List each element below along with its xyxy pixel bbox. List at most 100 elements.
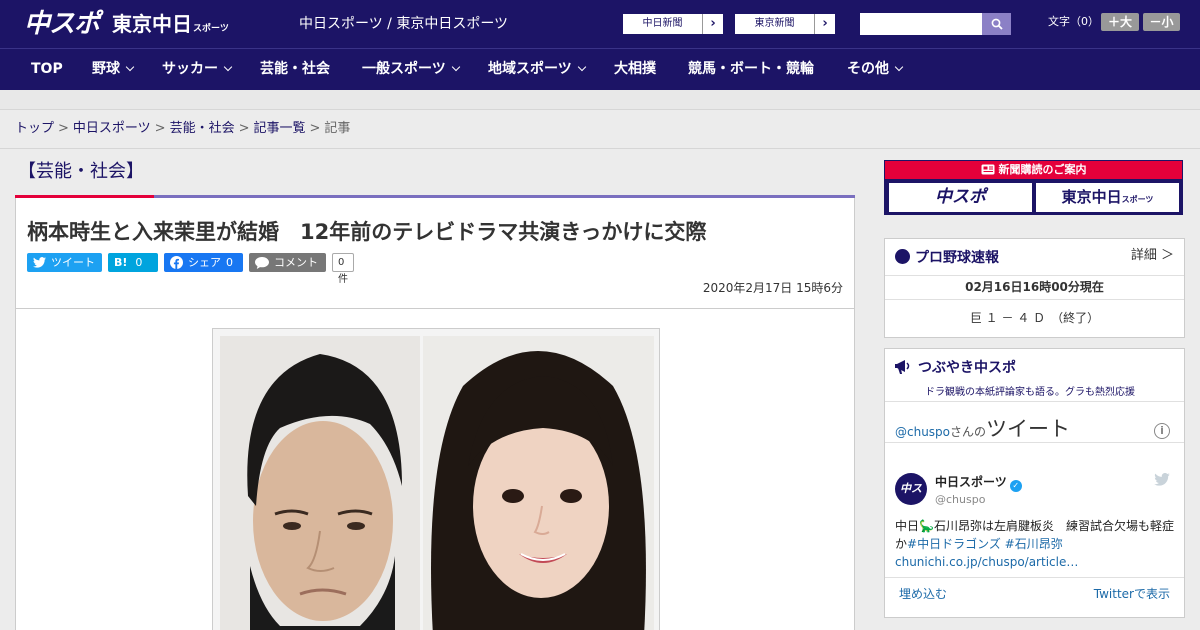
breadcrumb-current: 記事 — [324, 121, 351, 136]
breadcrumb-chunichi-sports[interactable]: 中日スポーツ — [73, 121, 151, 136]
nav-label: サッカー — [162, 61, 218, 77]
speech-bubble-icon — [255, 256, 269, 269]
chuspo-logo[interactable]: 中スポ — [24, 9, 100, 39]
subscription-banner[interactable]: 新聞購読のご案内 中スポ 東京中日スポーツ — [884, 160, 1183, 215]
tweet-body: 中日🦕石川昂弥は左肩腱板炎 練習試合欠場も軽症か#中日ドラゴンズ #石川昂弥 ch… — [895, 517, 1175, 571]
nav-label: 地域スポーツ — [488, 61, 572, 77]
breadcrumb: トップ > 中日スポーツ > 芸能・社会 > 記事一覧 > 記事 — [15, 120, 350, 138]
twitter-title-text: つぶやき中スポ — [918, 360, 1016, 376]
comment-button[interactable]: コメント — [249, 253, 326, 272]
nav-label: 大相撲 — [614, 61, 656, 77]
hatena-bookmark-button[interactable]: B! 0 — [108, 253, 158, 272]
chevron-right-icon: › — [822, 16, 828, 31]
tweet-account-name[interactable]: 中日スポーツ ✓ — [935, 474, 1022, 492]
tweet-label: ツイート — [51, 256, 95, 269]
twitter-widget: つぶやき中スポ ドラ観戦の本紙評論家も語る。グラも熱烈応援 @chuspoさんの… — [884, 348, 1185, 618]
sister-site-chunichi[interactable]: 中日新聞 › — [622, 13, 724, 35]
breadcrumb-separator: > — [154, 121, 166, 136]
facebook-share-button[interactable]: シェア 0 — [164, 253, 243, 272]
nav-item-entertainment[interactable]: 芸能・社会 — [260, 49, 330, 90]
divider — [885, 299, 1184, 300]
portrait-man-image — [220, 336, 420, 630]
tweet-hashtag[interactable]: #中日ドラゴンズ — [907, 537, 1001, 551]
facebook-label: シェア — [188, 256, 221, 269]
nav-item-soccer[interactable]: サッカー — [162, 49, 233, 90]
sister-site-tokyo[interactable]: 東京新聞 › — [734, 13, 836, 35]
search-input[interactable] — [860, 13, 982, 35]
tweet-account-handle[interactable]: @chuspo — [935, 493, 985, 507]
nav-item-baseball[interactable]: 野球 — [92, 49, 135, 90]
breadcrumb-separator: > — [309, 121, 321, 136]
twitter-widget-title: つぶやき中スポ — [895, 359, 1016, 377]
tokyo-logo-small: スポーツ — [193, 24, 229, 34]
chevron-down-icon — [894, 62, 904, 72]
baseball-score-row[interactable]: 巨 １ － ４ Ｄ （終了） — [885, 310, 1184, 326]
article-container: 柄本時生と入来茉里が結婚 12年前のテレビドラマ共演きっかけに交際 ツイート B… — [15, 198, 855, 630]
subscription-title: 新聞購読のご案内 — [885, 161, 1182, 179]
font-larger-button[interactable]: ＋大 — [1101, 13, 1139, 31]
search-button[interactable] — [982, 13, 1011, 35]
tweets-handle-suffix: さんの — [950, 425, 987, 439]
tokyo-chunichi-logo[interactable]: 東京中日スポーツ — [112, 12, 229, 41]
comment-label: コメント — [274, 256, 318, 269]
hatena-count: 0 — [135, 256, 143, 269]
info-icon[interactable]: i — [1154, 423, 1170, 439]
chevron-right-icon: › — [710, 16, 716, 31]
facebook-icon — [170, 256, 183, 269]
divider — [885, 401, 1184, 402]
nav-item-local-sports[interactable]: 地域スポーツ — [488, 49, 586, 90]
newspaper-icon — [981, 164, 994, 175]
sister-site-label: 東京新聞 — [735, 14, 815, 34]
breadcrumb-divider — [0, 148, 1200, 149]
megaphone-icon — [895, 360, 910, 374]
nav-item-other[interactable]: その他 — [847, 49, 904, 90]
avatar[interactable]: 中スポ — [895, 473, 927, 527]
divider — [885, 275, 1184, 276]
baseball-icon — [895, 249, 910, 264]
breadcrumb-top[interactable]: トップ — [15, 121, 54, 136]
article-photo-frame — [212, 328, 660, 630]
nav-label: 野球 — [92, 61, 120, 77]
breadcrumb-article-list[interactable]: 記事一覧 — [254, 121, 306, 136]
main-nav: TOP 野球 サッカー 芸能・社会 一般スポーツ 地域スポーツ 大相撲 競馬・ボ… — [0, 48, 1200, 90]
breadcrumb-entertainment[interactable]: 芸能・社会 — [170, 121, 235, 136]
subscribe-chuspo[interactable]: 中スポ — [889, 183, 1032, 212]
font-smaller-button[interactable]: －小 — [1143, 13, 1180, 31]
portrait-woman-image — [423, 336, 654, 630]
embed-link[interactable]: 埋め込む — [899, 586, 947, 602]
verified-badge-icon: ✓ — [1009, 480, 1022, 492]
subscribe-tokyo-chunichi[interactable]: 東京中日スポーツ — [1036, 183, 1179, 212]
tweets-handle-link[interactable]: @chuspo — [895, 425, 950, 439]
article-category: 【芸能・社会】 — [18, 161, 144, 182]
tweet-button[interactable]: ツイート — [27, 253, 102, 272]
chevron-down-icon — [223, 62, 233, 72]
nav-label: TOP — [31, 61, 63, 77]
nav-item-top[interactable]: TOP — [31, 49, 63, 90]
chevron-down-icon — [451, 62, 460, 72]
view-on-twitter-link[interactable]: Twitterで表示 — [1094, 586, 1170, 602]
site-link[interactable]: 中日スポーツ / 東京中日スポーツ — [299, 15, 508, 33]
tweet-hashtag[interactable]: #石川昂弥 — [1005, 537, 1063, 551]
article-headline: 柄本時生と入来茉里が結婚 12年前のテレビドラマ共演きっかけに交際 — [27, 220, 707, 244]
nav-item-sumo[interactable]: 大相撲 — [614, 49, 656, 90]
font-size-label: 文字（0） — [1048, 15, 1099, 28]
top-header: 中スポ 東京中日スポーツ 中日スポーツ / 東京中日スポーツ 中日新聞 › 東京… — [0, 0, 1200, 48]
article-photo-right — [423, 336, 654, 630]
divider — [885, 442, 1184, 443]
nav-item-general-sports[interactable]: 一般スポーツ — [362, 49, 460, 90]
subscribe-tokyo-small: スポーツ — [1121, 195, 1154, 204]
facebook-count: 0 — [226, 256, 233, 269]
nav-item-racing[interactable]: 競馬・ボート・競輪 — [688, 49, 814, 90]
twitter-bird-icon[interactable] — [1154, 473, 1170, 486]
search-icon — [991, 18, 1003, 30]
chevron-down-icon — [125, 62, 135, 72]
article-photo-left — [220, 336, 420, 630]
tweet-link[interactable]: chunichi.co.jp/chuspo/article… — [895, 555, 1078, 569]
twitter-bird-icon — [33, 257, 46, 268]
tokyo-logo-text: 東京中日 — [112, 12, 192, 36]
article-date: 2020年2月17日 15時6分 — [702, 281, 843, 295]
baseball-title-text: プロ野球速報 — [915, 250, 999, 266]
baseball-detail-link[interactable]: 詳細 ＞ — [1131, 247, 1174, 265]
sister-site-label: 中日新聞 — [623, 14, 703, 34]
nav-label: 一般スポーツ — [362, 61, 446, 77]
